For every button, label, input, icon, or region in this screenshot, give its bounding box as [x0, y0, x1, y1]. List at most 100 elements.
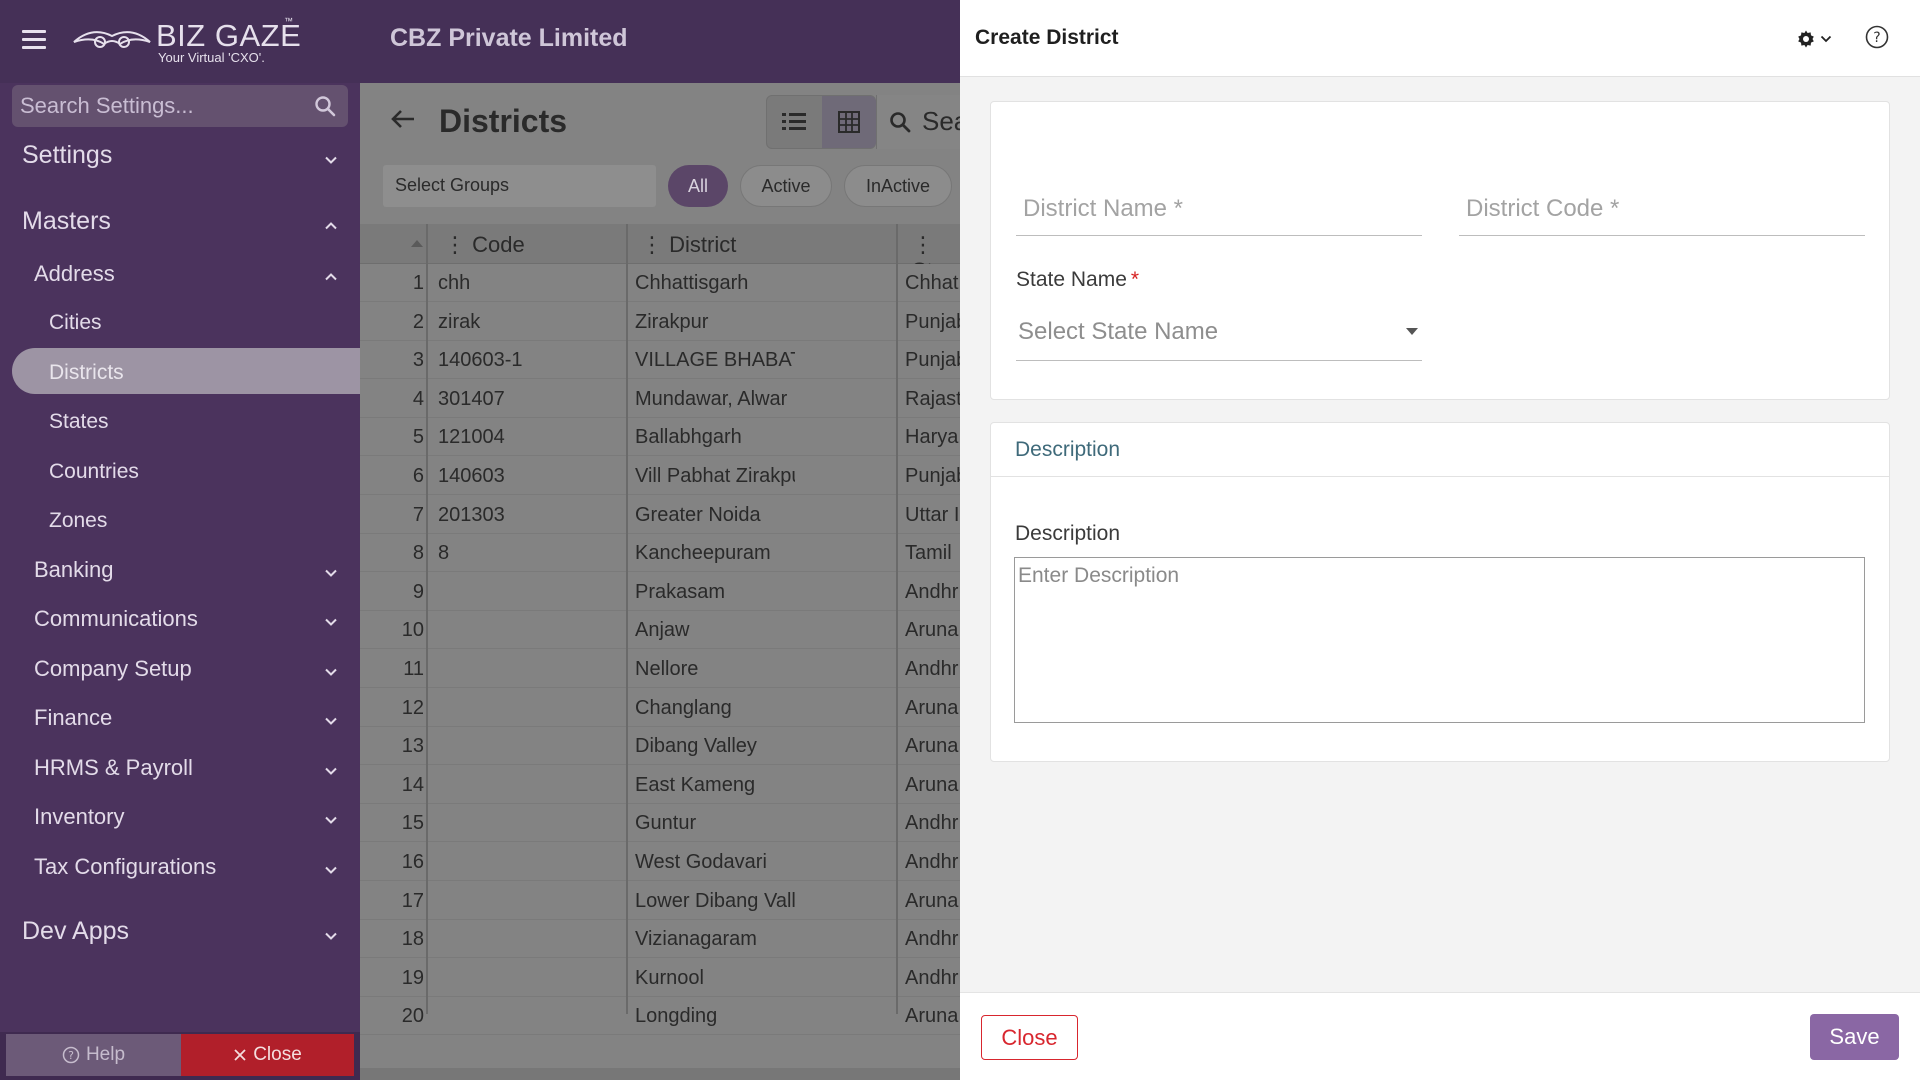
cell-code: 140603	[438, 465, 505, 487]
horizontal-scrollbar[interactable]	[360, 1068, 960, 1080]
chevron-up-icon	[325, 273, 337, 281]
cell-state: Tamil	[905, 542, 952, 565]
sidebar-close-button[interactable]: Close	[181, 1034, 354, 1076]
table-row[interactable]: 11 Nellore Andhr	[360, 650, 960, 688]
state-select-placeholder: Select State Name	[1018, 318, 1219, 345]
sidebar-item-districts[interactable]: Districts	[0, 361, 360, 391]
cell-district: Vizianagaram	[635, 928, 757, 951]
sidebar-item-label: Address	[34, 261, 115, 286]
cell-state: Aruna	[905, 735, 959, 758]
table-row[interactable]: 3 140603-1 VILLAGE BHABAT, Zirakpur, Punjab	[360, 341, 960, 380]
drawer-header: Create District ?	[960, 0, 1920, 77]
back-arrow-icon[interactable]	[390, 108, 416, 130]
chevron-down-icon	[325, 767, 337, 775]
table-row[interactable]: 15 Guntur Andhr	[360, 804, 960, 843]
grid-view-button[interactable]	[822, 96, 876, 148]
sidebar-item-zones[interactable]: Zones	[0, 509, 360, 539]
owl-logo-icon	[73, 31, 151, 48]
cell-state: Aruna	[905, 773, 959, 796]
table-row[interactable]: 2 zirak Zirakpur Punjab	[360, 302, 960, 341]
table-row[interactable]: 1 chh Chhattisgarh Chhat	[360, 264, 960, 302]
close-x-icon	[234, 1049, 246, 1061]
table-row[interactable]: 7 201303 Greater Noida Uttar I	[360, 495, 960, 534]
column-header-code[interactable]: ⋮ Code	[444, 232, 525, 258]
state-name-select[interactable]: Select State Name	[1016, 306, 1422, 361]
row-number: 6	[412, 465, 424, 487]
help-circle-icon[interactable]: ?	[1864, 24, 1890, 50]
table-row[interactable]: 16 West Godavari Andhr	[360, 843, 960, 881]
table-row[interactable]: 10 Anjaw Aruna	[360, 611, 960, 650]
sidebar-item-address[interactable]: Address	[0, 261, 360, 293]
close-button[interactable]: Close	[981, 1015, 1078, 1060]
sidebar-item-label: Dev Apps	[22, 917, 130, 945]
cell-state: Andhr	[905, 966, 959, 989]
sidebar-item-label: Zones	[49, 509, 108, 532]
column-label: Code	[472, 232, 525, 257]
filter-all-pill[interactable]: All	[668, 165, 728, 207]
chevron-up-icon	[325, 222, 337, 230]
cell-state: Aruna	[905, 889, 959, 912]
sidebar-item-label: Finance	[34, 705, 113, 730]
bizgaze-logo[interactable]: BIZ GAZE ™ Your Virtual 'CXO'.	[72, 16, 302, 66]
table-row[interactable]: 14 East Kameng Aruna	[360, 765, 960, 804]
cell-code: zirak	[438, 310, 481, 333]
sidebar-item-communications[interactable]: Communications	[0, 606, 360, 638]
sidebar-item-countries[interactable]: Countries	[0, 460, 360, 490]
filter-inactive-pill[interactable]: InActive	[844, 165, 952, 207]
sidebar-item-masters[interactable]: Masters	[0, 207, 360, 245]
sidebar-item-cities[interactable]: Cities	[0, 311, 360, 341]
sidebar-item-dev-apps[interactable]: Dev Apps	[0, 917, 360, 955]
cell-state: Punjab	[905, 310, 960, 333]
sidebar-item-company-setup[interactable]: Company Setup	[0, 656, 360, 688]
sidebar-item-tax-configurations[interactable]: Tax Configurations	[0, 854, 360, 886]
cell-district: Greater Noida	[635, 503, 761, 526]
list-search-box[interactable]: Sea	[876, 95, 960, 149]
sidebar-item-hrms-payroll[interactable]: HRMS & Payroll	[0, 755, 360, 787]
table-row[interactable]: 18 Vizianagaram Andhr	[360, 920, 960, 959]
hamburger-icon[interactable]	[22, 30, 46, 50]
gear-icon	[1798, 30, 1814, 48]
sidebar-item-states[interactable]: States	[0, 410, 360, 440]
settings-search-input[interactable]	[12, 85, 302, 127]
description-textarea[interactable]	[1014, 557, 1865, 723]
sidebar-item-banking[interactable]: Banking	[0, 557, 360, 589]
cell-code: 301407	[438, 387, 505, 410]
district-code-input[interactable]	[1459, 182, 1865, 235]
chevron-down-icon	[325, 932, 337, 940]
table-row[interactable]: 8 8 Kancheepuram Tamil	[360, 534, 960, 573]
create-district-drawer: Create District ? State Name* Select Sta…	[960, 0, 1920, 1080]
table-row[interactable]: 4 301407 Mundawar, Alwar Rajast	[360, 379, 960, 418]
column-header-district[interactable]: ⋮ District	[641, 232, 736, 258]
table-row[interactable]: 13 Dibang Valley Aruna	[360, 727, 960, 766]
sidebar-item-label: Countries	[49, 460, 139, 483]
row-number: 10	[401, 619, 424, 642]
save-button[interactable]: Save	[1810, 1014, 1899, 1060]
list-view-button[interactable]	[767, 96, 821, 148]
sidebar-item-finance[interactable]: Finance	[0, 705, 360, 737]
table-row[interactable]: 6 140603 Vill Pabhat Zirakpur Punjab	[360, 457, 960, 495]
sidebar-item-label: Masters	[22, 207, 111, 235]
row-number: 2	[412, 310, 424, 333]
table-row[interactable]: 20 Longding Aruna	[360, 997, 960, 1036]
help-button[interactable]: ? Help	[6, 1034, 181, 1076]
chevron-down-icon	[325, 668, 337, 676]
table-row[interactable]: 17 Lower Dibang Valley Aruna	[360, 881, 960, 920]
cell-code: 140603-1	[438, 349, 523, 372]
required-marker: *	[1130, 268, 1140, 291]
cell-state: Andhr	[905, 580, 959, 603]
table-row[interactable]: 9 Prakasam Andhr	[360, 572, 960, 611]
sidebar-item-inventory[interactable]: Inventory	[0, 804, 360, 836]
sort-up-icon[interactable]	[410, 238, 424, 248]
district-name-input[interactable]	[1016, 182, 1422, 235]
sidebar-item-settings[interactable]: Settings	[0, 141, 360, 179]
description-section-header[interactable]: Description	[991, 423, 1889, 477]
select-groups-dropdown[interactable]: Select Groups	[383, 165, 656, 207]
chevron-down-icon	[325, 717, 337, 725]
search-icon[interactable]	[314, 95, 336, 117]
search-icon	[890, 112, 911, 133]
table-row[interactable]: 12 Changlang Aruna	[360, 688, 960, 727]
table-row[interactable]: 5 121004 Ballabhgarh Harya	[360, 418, 960, 457]
settings-menu-button[interactable]	[1796, 26, 1842, 52]
filter-active-pill[interactable]: Active	[740, 165, 832, 207]
table-row[interactable]: 19 Kurnool Andhr	[360, 958, 960, 997]
